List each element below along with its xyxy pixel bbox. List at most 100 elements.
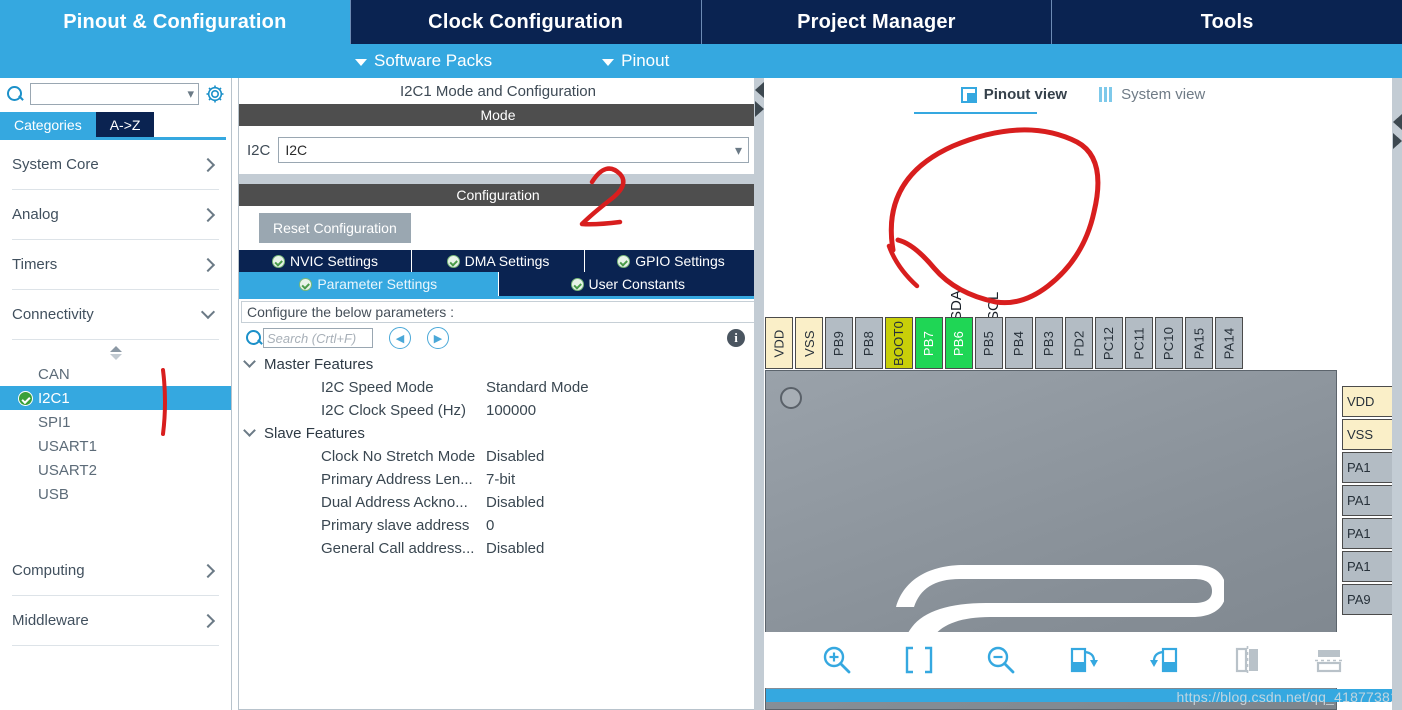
expand-all-icon[interactable]: ▶ bbox=[427, 327, 449, 349]
tab-clock-configuration[interactable]: Clock Configuration bbox=[351, 0, 702, 44]
pin-label: VDD bbox=[771, 328, 787, 358]
tab-nvic-settings[interactable]: NVIC Settings bbox=[239, 250, 412, 272]
sidebar-item-system-core[interactable]: System Core bbox=[12, 140, 219, 190]
pin-pb9[interactable]: PB9 bbox=[825, 317, 853, 369]
peripheral-label: CAN bbox=[38, 365, 70, 383]
pin-vss[interactable]: VSS bbox=[795, 317, 823, 369]
tab-dma-settings[interactable]: DMA Settings bbox=[412, 250, 585, 272]
chevron-right-icon bbox=[200, 257, 216, 272]
rotate-right-icon[interactable] bbox=[1066, 643, 1100, 677]
panel-splitter[interactable] bbox=[239, 174, 757, 184]
chevron-down-icon bbox=[243, 424, 256, 437]
pin-pb5[interactable]: PB5 bbox=[975, 317, 1003, 369]
sidebar-tab-categories[interactable]: Categories bbox=[0, 112, 96, 137]
rotate-left-icon[interactable] bbox=[1148, 643, 1182, 677]
tab-system-view[interactable]: System view bbox=[1099, 86, 1205, 103]
param-row[interactable]: Primary slave address 0 bbox=[239, 514, 757, 537]
pin-label: VDD bbox=[1347, 394, 1375, 409]
pinout-toolbar bbox=[764, 632, 1402, 688]
chevron-right-icon bbox=[200, 157, 216, 172]
vertical-splitter[interactable] bbox=[754, 78, 764, 710]
scroll-up-down-icon bbox=[109, 346, 123, 360]
pin-pb8[interactable]: PB8 bbox=[855, 317, 883, 369]
sidebar-item-usb[interactable]: USB bbox=[0, 482, 231, 506]
search-input[interactable]: ▾ bbox=[30, 83, 199, 105]
info-icon[interactable]: i bbox=[727, 329, 745, 347]
fit-to-screen-icon[interactable] bbox=[902, 643, 936, 677]
pin-vdd[interactable]: VDD bbox=[765, 317, 793, 369]
tab-parameter-settings[interactable]: Parameter Settings bbox=[239, 272, 499, 296]
tab-project-manager[interactable]: Project Manager bbox=[702, 0, 1053, 44]
pin-pb6[interactable]: PB6 bbox=[945, 317, 973, 369]
search-icon bbox=[6, 85, 24, 103]
sidebar-item-can[interactable]: CAN bbox=[0, 362, 231, 386]
sub-menu-bar: Software Packs Pinout bbox=[0, 44, 1402, 78]
zoom-in-icon[interactable] bbox=[820, 643, 854, 677]
sidebar-tab-a-to-z[interactable]: A->Z bbox=[95, 112, 155, 137]
param-group-slave-features[interactable]: Slave Features bbox=[239, 422, 757, 445]
pin-boot0[interactable]: BOOT0 bbox=[885, 317, 913, 369]
param-name: I2C Speed Mode bbox=[321, 379, 434, 396]
pinout-view-tabs: Pinout view System view bbox=[764, 78, 1402, 114]
system-grid-icon bbox=[1099, 87, 1115, 102]
reset-row: Reset Configuration bbox=[239, 206, 757, 250]
sidebar-item-middleware[interactable]: Middleware bbox=[12, 596, 219, 646]
param-row[interactable]: I2C Speed Mode Standard Mode bbox=[239, 376, 757, 399]
param-value: Standard Mode bbox=[486, 379, 589, 396]
chip-canvas[interactable]: I2C1_SDA I2C1_SCL VDD VSS PB9 PB8 BOOT0 … bbox=[764, 114, 1402, 710]
flip-horizontal-icon[interactable] bbox=[1230, 643, 1264, 677]
parameter-search-input[interactable]: Search (Crtl+F) bbox=[263, 328, 373, 348]
param-row[interactable]: Dual Address Ackno... Disabled bbox=[239, 491, 757, 514]
reset-configuration-button[interactable]: Reset Configuration bbox=[259, 213, 411, 243]
zoom-out-icon[interactable] bbox=[984, 643, 1018, 677]
sidebar-item-analog[interactable]: Analog bbox=[12, 190, 219, 240]
pin-pc11[interactable]: PC11 bbox=[1125, 317, 1153, 369]
pin-pa15[interactable]: PA15 bbox=[1185, 317, 1213, 369]
param-row[interactable]: I2C Clock Speed (Hz) 100000 bbox=[239, 399, 757, 422]
config-tab-underline bbox=[239, 296, 757, 299]
param-row[interactable]: Clock No Stretch Mode Disabled bbox=[239, 445, 757, 468]
right-edge-splitter[interactable] bbox=[1392, 78, 1402, 710]
tab-pinout-view[interactable]: Pinout view bbox=[960, 86, 1067, 103]
pin-label: PA15 bbox=[1191, 327, 1207, 359]
tab-tools[interactable]: Tools bbox=[1052, 0, 1402, 44]
sidebar-item-connectivity[interactable]: Connectivity bbox=[12, 290, 219, 340]
i2c-mode-select[interactable]: I2C ▾ bbox=[278, 137, 749, 163]
tab-gpio-settings[interactable]: GPIO Settings bbox=[585, 250, 757, 272]
collapse-left-icon[interactable] bbox=[1393, 114, 1402, 130]
tab-label: Pinout & Configuration bbox=[63, 10, 287, 33]
scroll-spinner[interactable] bbox=[0, 340, 231, 362]
sidebar-item-i2c1[interactable]: I2C1 bbox=[0, 386, 231, 410]
param-group-master-features[interactable]: Master Features bbox=[239, 353, 757, 376]
pin-pa14[interactable]: PA14 bbox=[1215, 317, 1243, 369]
collapse-left-icon[interactable] bbox=[755, 82, 764, 98]
sidebar-item-spi1[interactable]: SPI1 bbox=[0, 410, 231, 434]
pin-pc12[interactable]: PC12 bbox=[1095, 317, 1123, 369]
tab-pinout-configuration[interactable]: Pinout & Configuration bbox=[0, 0, 351, 44]
flip-vertical-icon[interactable] bbox=[1312, 643, 1346, 677]
tab-user-constants[interactable]: User Constants bbox=[498, 272, 757, 296]
pin-pb7[interactable]: PB7 bbox=[915, 317, 943, 369]
menu-software-packs[interactable]: Software Packs bbox=[355, 51, 492, 71]
pin-label: PA1 bbox=[1347, 559, 1371, 574]
pin-pb4[interactable]: PB4 bbox=[1005, 317, 1033, 369]
search-placeholder: Search (Crtl+F) bbox=[267, 330, 357, 346]
param-name: General Call address... bbox=[321, 540, 475, 557]
expand-right-icon[interactable] bbox=[755, 101, 764, 117]
sidebar-item-usart2[interactable]: USART2 bbox=[0, 458, 231, 482]
gear-icon[interactable] bbox=[205, 84, 225, 104]
tab-label: Parameter Settings bbox=[317, 276, 438, 292]
sidebar-item-timers[interactable]: Timers bbox=[12, 240, 219, 290]
sidebar-item-usart1[interactable]: USART1 bbox=[0, 434, 231, 458]
collapse-all-icon[interactable]: ◀ bbox=[389, 327, 411, 349]
pin-pc10[interactable]: PC10 bbox=[1155, 317, 1183, 369]
chevron-down-icon[interactable]: ▾ bbox=[187, 86, 194, 102]
pin-pd2[interactable]: PD2 bbox=[1065, 317, 1093, 369]
param-row[interactable]: Primary Address Len... 7-bit bbox=[239, 468, 757, 491]
menu-pinout[interactable]: Pinout bbox=[602, 51, 669, 71]
sidebar-item-computing[interactable]: Computing bbox=[12, 546, 219, 596]
pin-pb3[interactable]: PB3 bbox=[1035, 317, 1063, 369]
param-row[interactable]: General Call address... Disabled bbox=[239, 537, 757, 560]
chevron-right-icon bbox=[200, 563, 216, 578]
expand-right-icon[interactable] bbox=[1393, 133, 1402, 149]
